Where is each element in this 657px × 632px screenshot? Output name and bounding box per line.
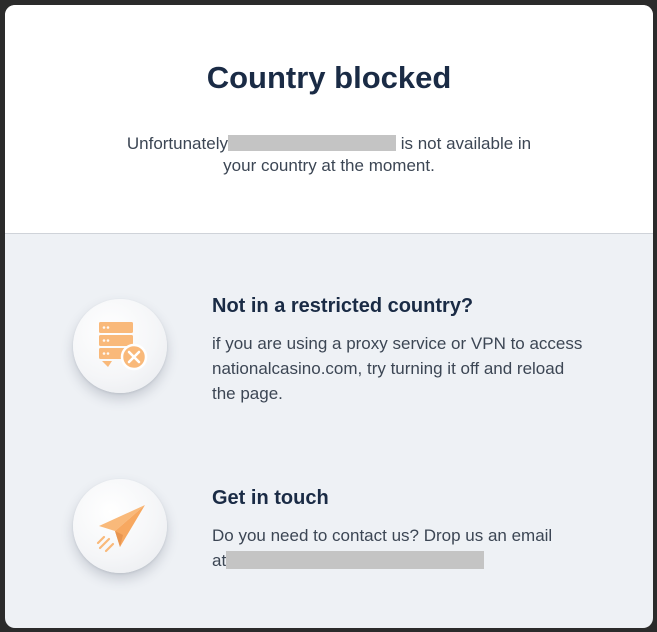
server-blocked-icon-badge (73, 299, 167, 393)
blocked-message: Unfortunately is not available in your c… (5, 133, 653, 177)
contact-body-prefix: at (212, 551, 227, 570)
restricted-heading: Not in a restricted country? (212, 295, 474, 317)
paper-plane-icon-badge (73, 479, 167, 573)
contact-heading: Get in touch (212, 487, 329, 509)
redacted-site-name (227, 135, 396, 151)
message-line2: your country at the moment. (223, 156, 435, 175)
redacted-email (226, 551, 485, 569)
restricted-body: if you are using a proxy service or VPN … (212, 334, 583, 403)
page-title: Country blocked (206, 60, 452, 95)
contact-body-line1: Do you need to contact us? Drop us an em… (212, 526, 553, 545)
message-after: is not available in (400, 134, 532, 153)
message-before: Unfortunately (126, 134, 228, 153)
contact-body: Do you need to contact us? Drop us an em… (212, 523, 592, 573)
paper-plane-icon (96, 505, 145, 553)
header-panel: Country blocked Unfortunately is not ava… (5, 5, 653, 234)
restricted-country-section: Not in a restricted country? if you are … (5, 233, 653, 433)
blocked-dialog: Country blocked Unfortunately is not ava… (5, 5, 653, 628)
server-blocked-icon (99, 322, 148, 371)
contact-section: Get in touch Do you need to contact us? … (5, 433, 653, 628)
